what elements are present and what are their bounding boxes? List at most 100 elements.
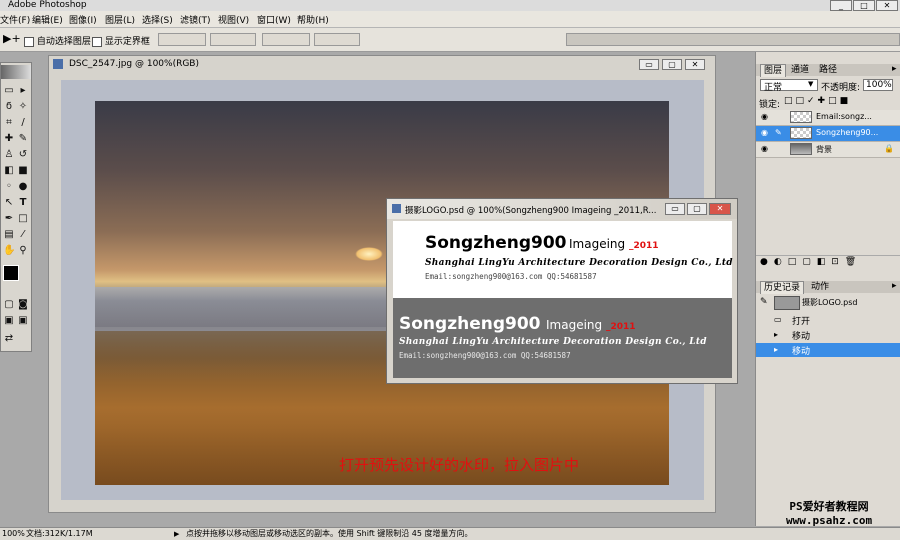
company-subtitle: Shanghai LingYu Architecture Decoration … (425, 258, 733, 268)
lasso-tool-icon[interactable]: ϭ (3, 101, 15, 113)
screen-mode-full-icon[interactable]: ▣ (17, 315, 29, 327)
jump-to-imageready-icon[interactable]: ⇄ (3, 333, 15, 345)
snapshot-name: 摄影LOGO.psd (802, 298, 858, 307)
app-title-bar: Adobe Photoshop _ □ ✕ (0, 0, 900, 11)
document-title-bar[interactable]: DSC_2547.jpg @ 100%(RGB) ▭ ▢ ✕ (49, 56, 715, 73)
shape-tool-icon[interactable]: □ (17, 213, 29, 225)
healing-brush-tool-icon[interactable]: ✚ (3, 133, 15, 145)
gradient-tool-icon[interactable]: ■ (17, 165, 29, 177)
maximize-button[interactable]: □ (853, 0, 875, 11)
layers-footer: ●◐□▢◧⊡🗑 (756, 255, 900, 270)
toolbox: ▭ ▸ ϭ ✧ ⌗ / ✚ ✎ ♙ ↺ ◧ ■ ◦ ● ↖ T ✒ □ ▤ ⁄ … (0, 62, 32, 352)
layer-thumbnail (790, 127, 812, 139)
tab-channels[interactable]: 通道 (788, 64, 812, 76)
align-vertical-buttons-group[interactable] (210, 33, 256, 46)
show-bounds-checkbox[interactable] (92, 36, 102, 47)
logo-window-title-bar[interactable]: 摄影LOGO.psd @ 100%(Songzheng900 Imageing … (387, 199, 737, 219)
menu-window[interactable]: 窗口(W) (257, 13, 291, 26)
eye-icon[interactable]: ◉ (761, 112, 771, 122)
logo-minimize-button[interactable]: ▭ (665, 203, 685, 215)
screen-mode-standard-icon[interactable]: ▣ (3, 315, 15, 327)
brand-name: Songzheng900 (399, 314, 541, 334)
history-item[interactable]: ▸ 移动 (756, 343, 900, 357)
foreground-color-swatch[interactable] (3, 265, 19, 281)
layer-row[interactable]: ◉ ✎ Songzheng90... (756, 126, 900, 142)
layer-footer-icons[interactable]: ●◐□▢◧⊡🗑 (760, 257, 862, 267)
palette-menu-icon[interactable]: ▸ (892, 64, 897, 74)
standard-mode-icon[interactable]: ▢ (3, 299, 15, 311)
eyedropper-tool-icon[interactable]: ⁄ (17, 229, 29, 241)
move-tool-icon[interactable]: ▶+ (3, 32, 21, 45)
logo-maximize-button[interactable]: ▢ (687, 203, 707, 215)
brush-tool-icon[interactable]: ✎ (17, 133, 29, 145)
marquee-tool-icon[interactable]: ▭ (3, 85, 15, 97)
opacity-input[interactable]: 100% (863, 79, 893, 91)
auto-select-option[interactable]: 自动选择图层 (24, 34, 91, 47)
align-buttons-group[interactable] (158, 33, 206, 46)
history-snapshot[interactable]: ✎ 摄影LOGO.psd (756, 295, 900, 310)
distribute-buttons-group[interactable] (262, 33, 310, 46)
doc-maximize-button[interactable]: ▢ (662, 59, 682, 70)
crop-tool-icon[interactable]: ⌗ (3, 117, 15, 129)
menu-select[interactable]: 选择(S) (142, 13, 173, 26)
auto-select-checkbox[interactable] (24, 36, 34, 47)
dodge-tool-icon[interactable]: ● (17, 181, 29, 193)
status-arrow-icon[interactable]: ▶ (174, 528, 179, 540)
hand-tool-icon[interactable]: ✋ (3, 245, 15, 257)
eye-icon[interactable]: ◉ (761, 144, 771, 154)
type-tool-icon[interactable]: T (17, 197, 29, 209)
doc-minimize-button[interactable]: ▭ (639, 59, 659, 70)
menu-layer[interactable]: 图层(L) (105, 13, 135, 26)
pen-tool-icon[interactable]: ✒ (3, 213, 15, 225)
path-select-tool-icon[interactable]: ↖ (3, 197, 15, 209)
notes-tool-icon[interactable]: ▤ (3, 229, 15, 241)
company-subtitle: Shanghai LingYu Architecture Decoration … (399, 337, 707, 347)
menu-bar: 文件(F) 编辑(E) 图像(I) 图层(L) 选择(S) 滤镜(T) 视图(V… (0, 11, 900, 28)
magic-wand-tool-icon[interactable]: ✧ (17, 101, 29, 113)
opacity-label: 不透明度: (821, 83, 861, 93)
menu-image[interactable]: 图像(I) (69, 13, 97, 26)
logo-preview-light: Songzheng900 Imageing _2011 Shanghai Lin… (393, 221, 733, 298)
layer-row[interactable]: ◉ 背景 🔒 (756, 142, 900, 158)
tab-paths[interactable]: 路径 (816, 64, 840, 76)
move-tool-icon[interactable]: ▸ (17, 85, 29, 97)
lock-label: 锁定: (759, 100, 781, 110)
menu-view[interactable]: 视图(V) (218, 13, 249, 26)
eye-icon[interactable]: ◉ (761, 128, 771, 138)
logo-close-button[interactable]: ✕ (709, 203, 731, 215)
zoom-level[interactable]: 100% (2, 528, 25, 540)
history-item[interactable]: ▸ 移动 (756, 328, 900, 342)
tab-actions[interactable]: 动作 (808, 281, 832, 293)
imageing-label: Imageing (569, 237, 626, 251)
menu-file[interactable]: 文件(F) (0, 13, 30, 26)
brand-name: Songzheng900 (425, 233, 567, 253)
blur-tool-icon[interactable]: ◦ (3, 181, 15, 193)
history-brush-tool-icon[interactable]: ↺ (17, 149, 29, 161)
minimize-button[interactable]: _ (830, 0, 852, 11)
lock-options-icons[interactable]: □□✓✚□■ (784, 96, 851, 106)
tab-layers[interactable]: 图层 (760, 64, 787, 77)
year-label: _2011 (628, 241, 659, 251)
slice-tool-icon[interactable]: / (17, 117, 29, 129)
history-item[interactable]: ▭ 打开 (756, 313, 900, 327)
distribute-horizontal-buttons-group[interactable] (314, 33, 360, 46)
app-title: Adobe Photoshop (8, 0, 87, 10)
menu-help[interactable]: 帮助(H) (297, 13, 329, 26)
layer-row[interactable]: ◉ Email:songz... (756, 110, 900, 126)
opacity-value: 100% (866, 80, 892, 90)
menu-edit[interactable]: 编辑(E) (32, 13, 63, 26)
tab-history[interactable]: 历史记录 (760, 281, 805, 294)
close-button[interactable]: ✕ (876, 0, 898, 11)
imageing-text: Imageing _2011 (546, 318, 636, 332)
clone-stamp-tool-icon[interactable]: ♙ (3, 149, 15, 161)
menu-filter[interactable]: 滤镜(T) (180, 13, 211, 26)
palette-menu-icon[interactable]: ▸ (892, 281, 897, 291)
eraser-tool-icon[interactable]: ◧ (3, 165, 15, 177)
zoom-tool-icon[interactable]: ⚲ (17, 245, 29, 257)
quick-mask-icon[interactable]: ◙ (17, 299, 29, 311)
watermark-line1: PS爱好者教程网 (789, 500, 869, 513)
options-bar: ▶+ 自动选择图层 显示定界框 (0, 28, 900, 52)
blend-mode-select[interactable]: 正常 ▼ (760, 79, 818, 93)
show-bounds-option[interactable]: 显示定界框 (92, 34, 150, 47)
doc-close-button[interactable]: ✕ (685, 59, 705, 70)
